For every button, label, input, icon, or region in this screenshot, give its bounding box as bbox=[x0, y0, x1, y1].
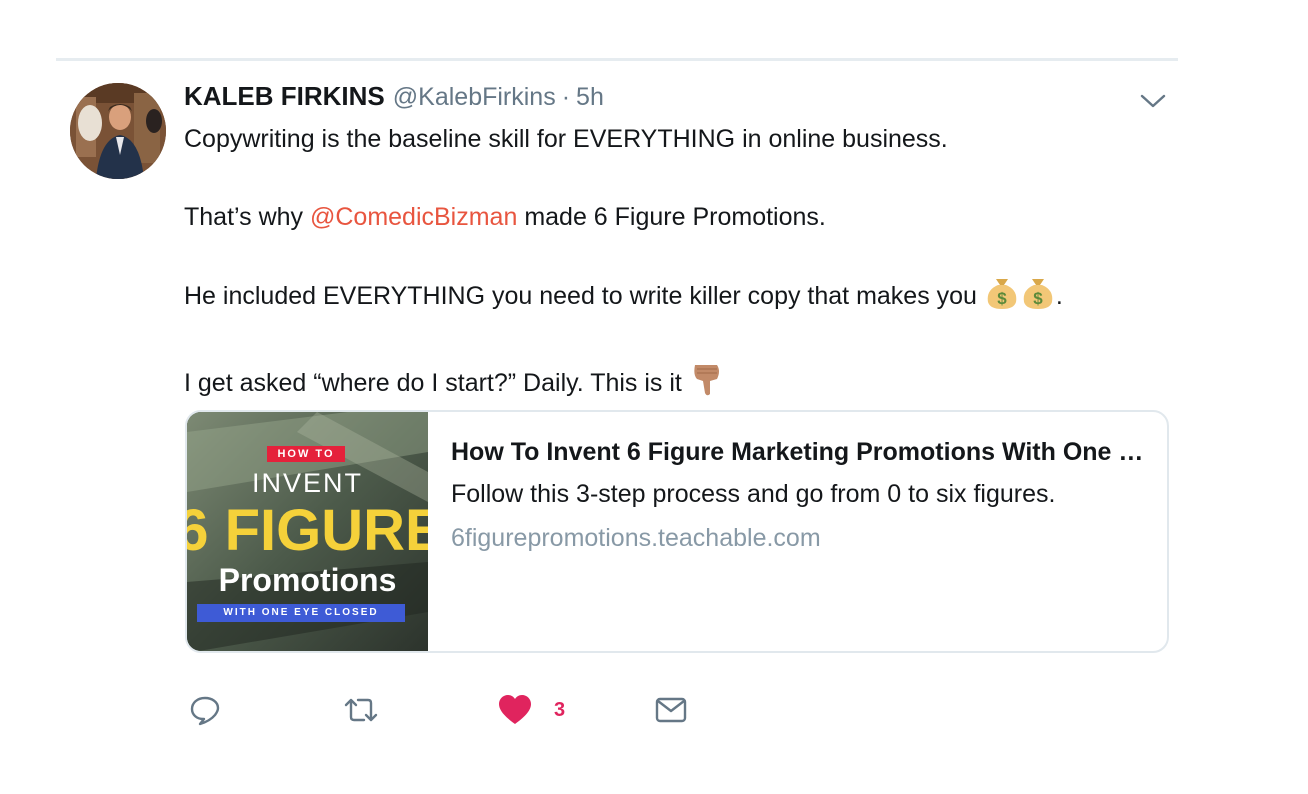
card-title[interactable]: How To Invent 6 Figure Marketing Promoti… bbox=[451, 432, 1147, 472]
direct-message-button[interactable] bbox=[654, 690, 688, 730]
tweet-line: He included EVERYTHING you need to write… bbox=[184, 276, 1164, 322]
tweet-line: I get asked “where do I start?” Daily. T… bbox=[184, 361, 1164, 409]
display-name[interactable]: KALEB FIRKINS bbox=[184, 81, 385, 112]
tweet-page: KALEB FIRKINS @KalebFirkins · 5h Copywri… bbox=[0, 0, 1308, 794]
card-image-text: Promotions bbox=[218, 562, 397, 598]
text-segment: He included EVERYTHING you need to write… bbox=[184, 282, 984, 310]
reply-button[interactable] bbox=[188, 690, 222, 730]
chevron-down-icon[interactable] bbox=[1140, 92, 1166, 110]
text-segment: . bbox=[1055, 282, 1063, 310]
text-segment: made 6 Figure Promotions. bbox=[517, 203, 826, 231]
retweet-button[interactable] bbox=[342, 690, 380, 730]
tweet-text: Copywriting is the baseline skill for EV… bbox=[184, 120, 1164, 409]
text-segment: That’s why bbox=[184, 203, 310, 231]
tweet-line: That’s why @ComedicBizman made 6 Figure … bbox=[184, 198, 1164, 237]
card-image-text: INVENT bbox=[251, 468, 363, 498]
retweet-icon bbox=[342, 693, 380, 727]
like-count: 3 bbox=[554, 698, 566, 721]
mention-link[interactable]: @ComedicBizman bbox=[310, 203, 517, 231]
heart-icon bbox=[498, 694, 532, 726]
envelope-icon bbox=[654, 695, 688, 725]
tweet-line: Copywriting is the baseline skill for EV… bbox=[184, 125, 948, 153]
pointing-down-icon bbox=[689, 361, 723, 409]
divider bbox=[56, 58, 1178, 61]
separator-dot: · bbox=[561, 83, 571, 111]
card-body: How To Invent 6 Figure Marketing Promoti… bbox=[451, 432, 1147, 560]
money-bag-icon: $ bbox=[1020, 276, 1056, 322]
svg-text:$: $ bbox=[997, 289, 1007, 308]
tweet-header: KALEB FIRKINS @KalebFirkins · 5h bbox=[184, 81, 604, 115]
card-image-ribbon: WITH ONE EYE CLOSED bbox=[197, 604, 405, 622]
reply-icon bbox=[188, 693, 222, 727]
tweet-actions: 3 bbox=[186, 690, 706, 730]
timestamp[interactable]: 5h bbox=[576, 83, 604, 112]
card-image-badge: HOW TO bbox=[277, 448, 335, 460]
card-thumbnail: HOW TO INVENT 6 FIGURE Promotions WITH O… bbox=[187, 412, 428, 651]
link-card[interactable]: HOW TO INVENT 6 FIGURE Promotions WITH O… bbox=[185, 410, 1169, 653]
card-image-headline: 6 FIGURE bbox=[187, 498, 428, 563]
text-segment: I get asked “where do I start?” Daily. T… bbox=[184, 369, 689, 397]
card-domain: 6figurepromotions.teachable.com bbox=[451, 524, 821, 552]
svg-text:$: $ bbox=[1033, 289, 1043, 308]
like-button[interactable]: 3 bbox=[498, 690, 565, 730]
avatar[interactable] bbox=[70, 83, 166, 179]
money-bag-icon: $ bbox=[984, 276, 1020, 322]
card-description: Follow this 3-step process and go from 0… bbox=[451, 480, 1056, 508]
user-handle[interactable]: @KalebFirkins bbox=[393, 83, 556, 112]
